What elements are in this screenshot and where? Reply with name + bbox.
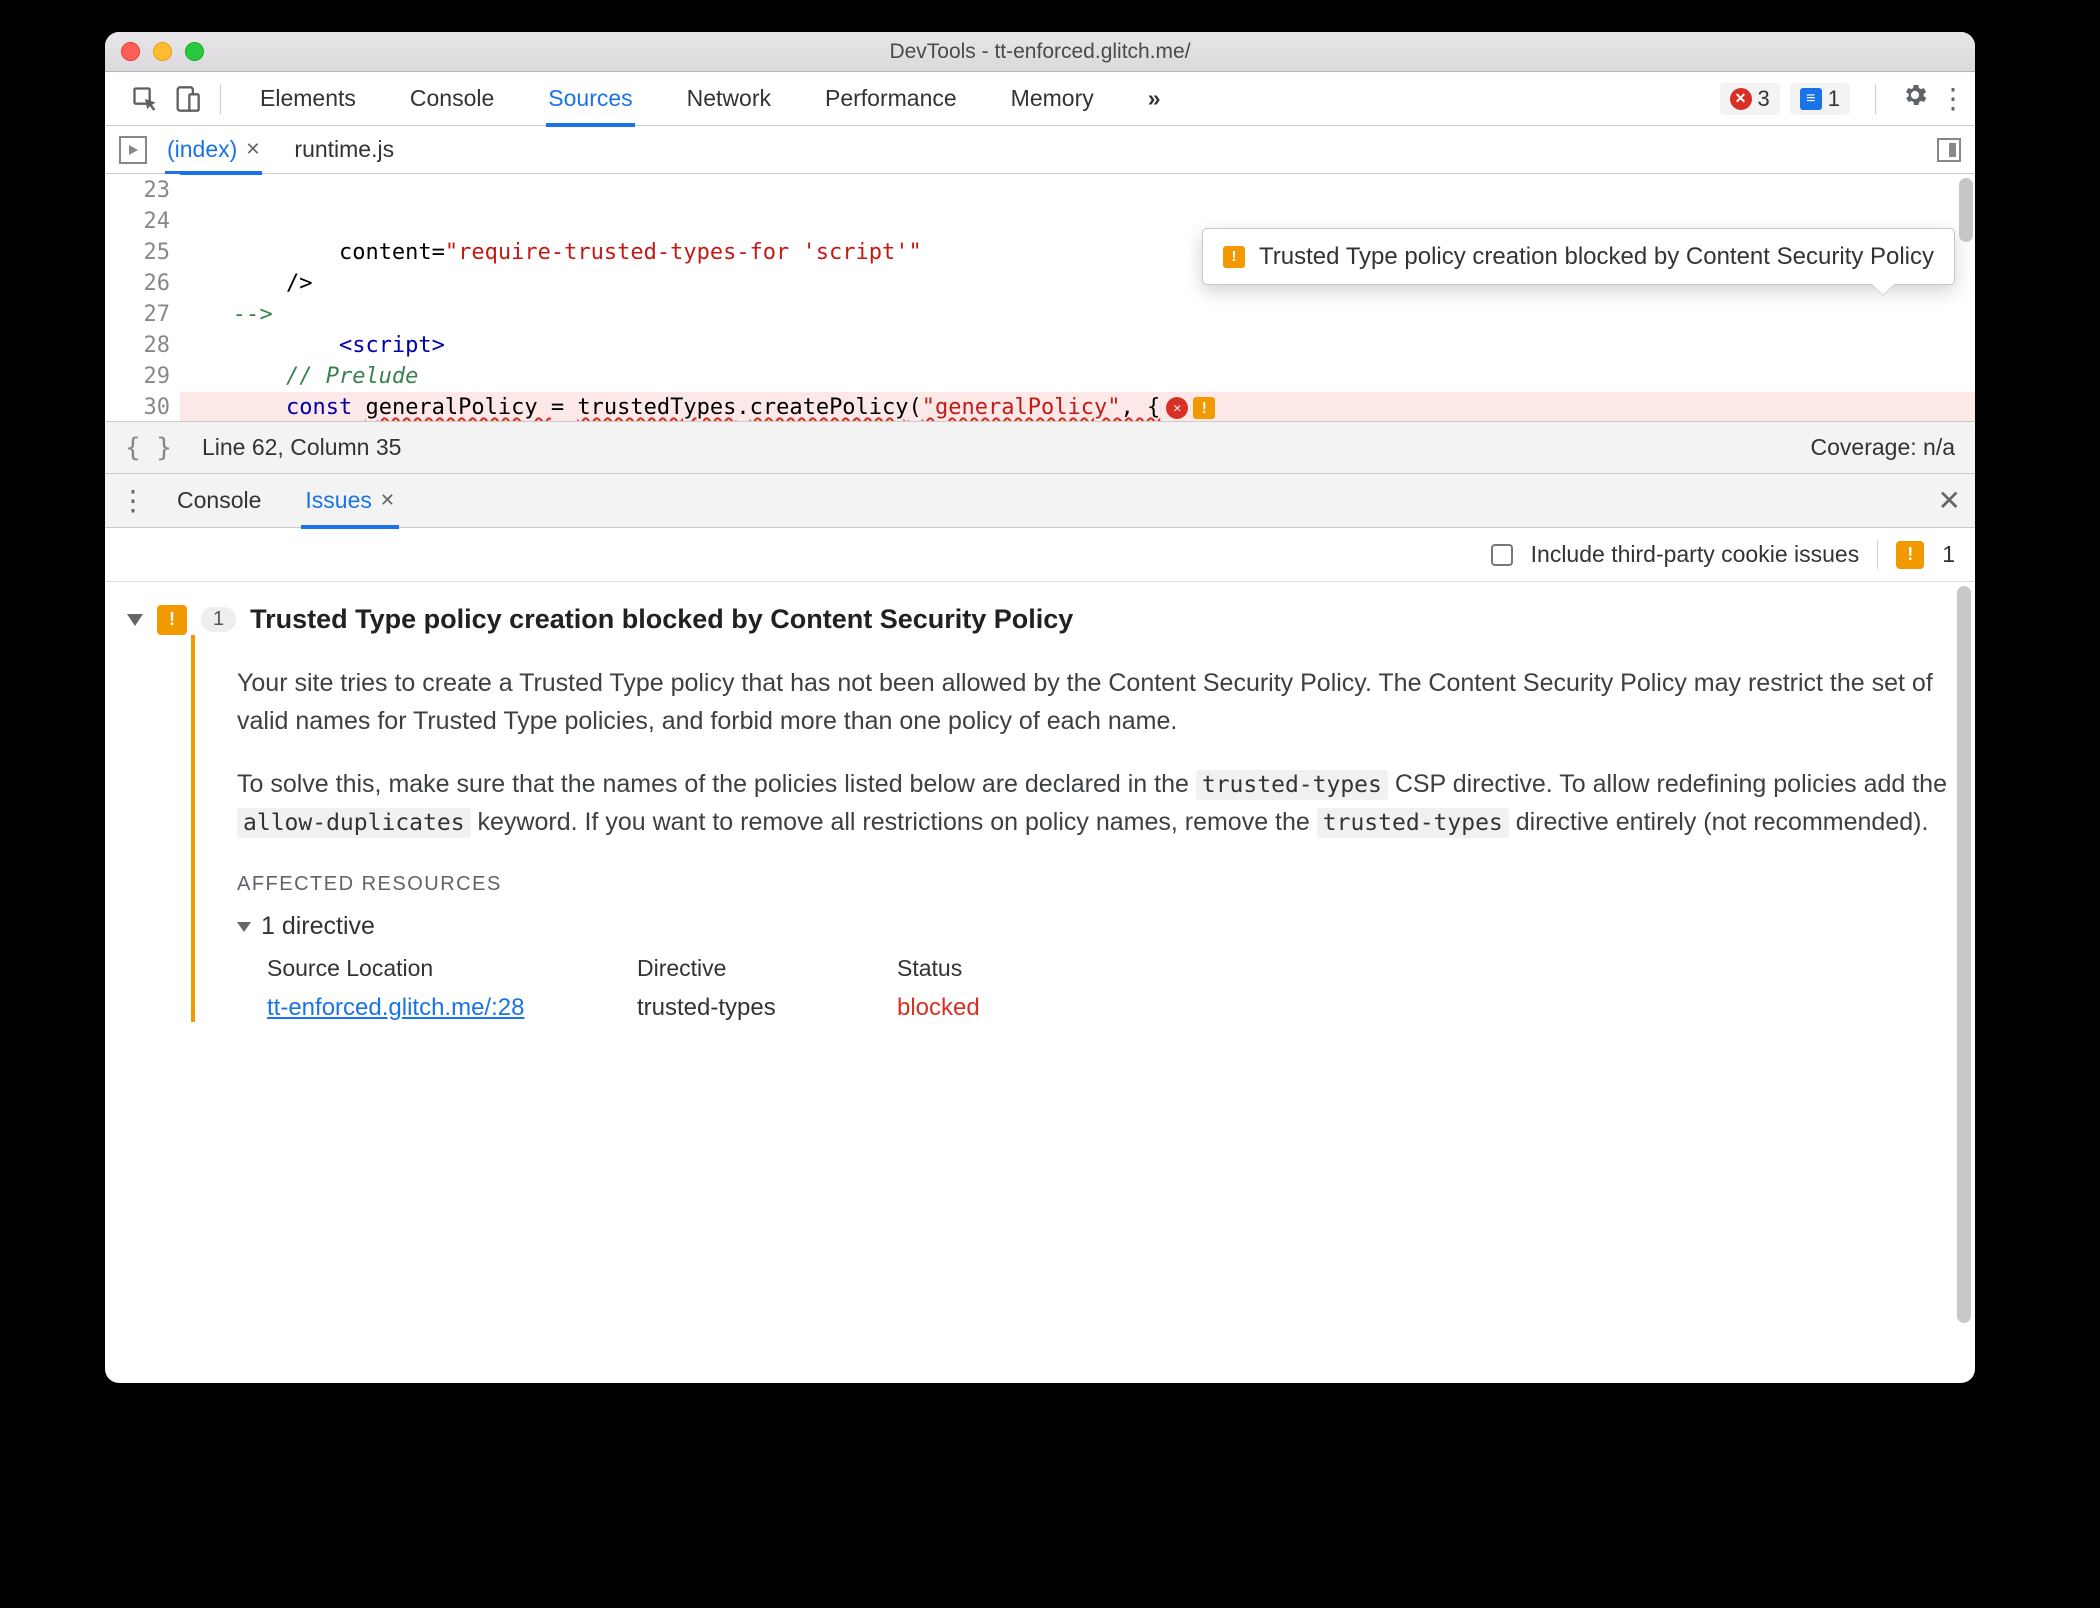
devtools-window: DevTools - tt-enforced.glitch.me/ Elemen… — [105, 32, 1975, 1383]
affected-resources-label: AFFECTED RESOURCES — [237, 873, 1947, 896]
sources-file-tabs: (index) ✕ runtime.js — [105, 126, 1975, 174]
third-party-label: Include third-party cookie issues — [1531, 541, 1860, 568]
pretty-print-icon[interactable]: { } — [125, 433, 172, 463]
third-party-checkbox[interactable] — [1491, 544, 1513, 566]
editor-statusbar: { } Line 62, Column 35 Coverage: n/a — [105, 422, 1975, 474]
drawer-menu-icon[interactable]: ⋮ — [119, 484, 147, 517]
expand-icon[interactable] — [237, 922, 251, 932]
code-editor[interactable]: 2324252627282930 content="require-truste… — [105, 174, 1975, 422]
inspect-element-icon[interactable] — [127, 81, 163, 117]
drawer-tab-label: Issues — [305, 487, 371, 514]
tab-performance[interactable]: Performance — [823, 73, 959, 124]
debugger-pane-toggle-icon[interactable] — [1937, 138, 1961, 162]
main-toolbar: Elements Console Sources Network Perform… — [105, 72, 1975, 126]
warning-icon — [1223, 246, 1245, 268]
tab-sources[interactable]: Sources — [546, 73, 634, 124]
warning-count: 1 — [1942, 541, 1955, 568]
window-titlebar: DevTools - tt-enforced.glitch.me/ — [105, 32, 1975, 72]
window-title: DevTools - tt-enforced.glitch.me/ — [105, 40, 1975, 64]
file-tab-label: runtime.js — [294, 136, 394, 163]
directive-summary[interactable]: 1 directive — [237, 912, 1947, 941]
tabs-overflow-button[interactable]: » — [1146, 73, 1163, 124]
table-row: tt-enforced.glitch.me/:28 trusted-types … — [267, 994, 1947, 1022]
coverage-status: Coverage: n/a — [1811, 434, 1955, 461]
issue-description-1: Your site tries to create a Trusted Type… — [237, 665, 1947, 740]
drawer-close-icon[interactable]: ✕ — [1938, 484, 1961, 517]
warning-icon — [1896, 541, 1924, 569]
settings-icon[interactable] — [1901, 81, 1929, 116]
col-source: Source Location — [267, 955, 577, 982]
file-tab-index[interactable]: (index) ✕ — [165, 127, 262, 172]
status-value: blocked — [897, 994, 1047, 1022]
panel-tabs: Elements Console Sources Network Perform… — [258, 73, 1163, 124]
tab-memory[interactable]: Memory — [1009, 73, 1096, 124]
drawer-tabs: ⋮ Console Issues ✕ ✕ — [105, 474, 1975, 528]
code-trusted-types-2: trusted-types — [1317, 808, 1509, 838]
issue-title: Trusted Type policy creation blocked by … — [250, 604, 1073, 635]
issue-count-badge: 1 — [201, 607, 236, 632]
issue-tooltip: Trusted Type policy creation blocked by … — [1202, 228, 1955, 285]
warning-icon[interactable] — [1193, 397, 1215, 419]
code-trusted-types: trusted-types — [1196, 770, 1388, 800]
code-allow-duplicates: allow-duplicates — [237, 808, 471, 838]
device-toolbar-icon[interactable] — [169, 81, 205, 117]
close-tab-icon[interactable]: ✕ — [245, 139, 260, 160]
affected-table: Source Location Directive Status tt-enfo… — [267, 955, 1947, 1022]
tab-network[interactable]: Network — [685, 73, 773, 124]
issue-details: Your site tries to create a Trusted Type… — [191, 635, 1947, 1022]
drawer-tab-console[interactable]: Console — [175, 475, 263, 526]
col-status: Status — [897, 955, 1047, 982]
issues-panel: 1 Trusted Type policy creation blocked b… — [105, 582, 1975, 1383]
close-tab-icon[interactable]: ✕ — [380, 490, 395, 511]
drawer-tab-issues[interactable]: Issues ✕ — [303, 475, 397, 526]
line-gutter: 2324252627282930 — [105, 174, 180, 421]
error-icon[interactable] — [1166, 397, 1188, 419]
error-counter[interactable]: 3 — [1720, 83, 1780, 115]
code-content[interactable]: content="require-trusted-types-for 'scri… — [180, 174, 1975, 421]
error-icon — [1730, 88, 1752, 110]
message-icon — [1800, 88, 1822, 110]
issues-scrollbar[interactable] — [1957, 586, 1971, 1323]
tab-console[interactable]: Console — [408, 73, 496, 124]
warning-icon — [157, 605, 187, 635]
issues-filter-bar: Include third-party cookie issues 1 — [105, 528, 1975, 582]
col-directive: Directive — [637, 955, 837, 982]
directive-summary-text: 1 directive — [261, 912, 375, 941]
error-count: 3 — [1758, 86, 1770, 112]
message-counter[interactable]: 1 — [1790, 83, 1850, 115]
issue-description-2: To solve this, make sure that the names … — [237, 766, 1947, 841]
more-options-icon[interactable]: ⋮ — [1939, 82, 1965, 115]
issue-header[interactable]: 1 Trusted Type policy creation blocked b… — [127, 604, 1947, 635]
tooltip-text: Trusted Type policy creation blocked by … — [1259, 241, 1934, 272]
cursor-position: Line 62, Column 35 — [202, 434, 401, 461]
file-tab-label: (index) — [167, 136, 237, 163]
expand-icon[interactable] — [127, 614, 143, 626]
tab-elements[interactable]: Elements — [258, 73, 358, 124]
message-count: 1 — [1828, 86, 1840, 112]
source-location-link[interactable]: tt-enforced.glitch.me/:28 — [267, 994, 577, 1022]
directive-value: trusted-types — [637, 994, 837, 1022]
file-tab-runtime[interactable]: runtime.js — [292, 127, 396, 172]
editor-scrollbar[interactable] — [1959, 178, 1973, 242]
navigator-toggle-icon[interactable] — [119, 136, 147, 164]
